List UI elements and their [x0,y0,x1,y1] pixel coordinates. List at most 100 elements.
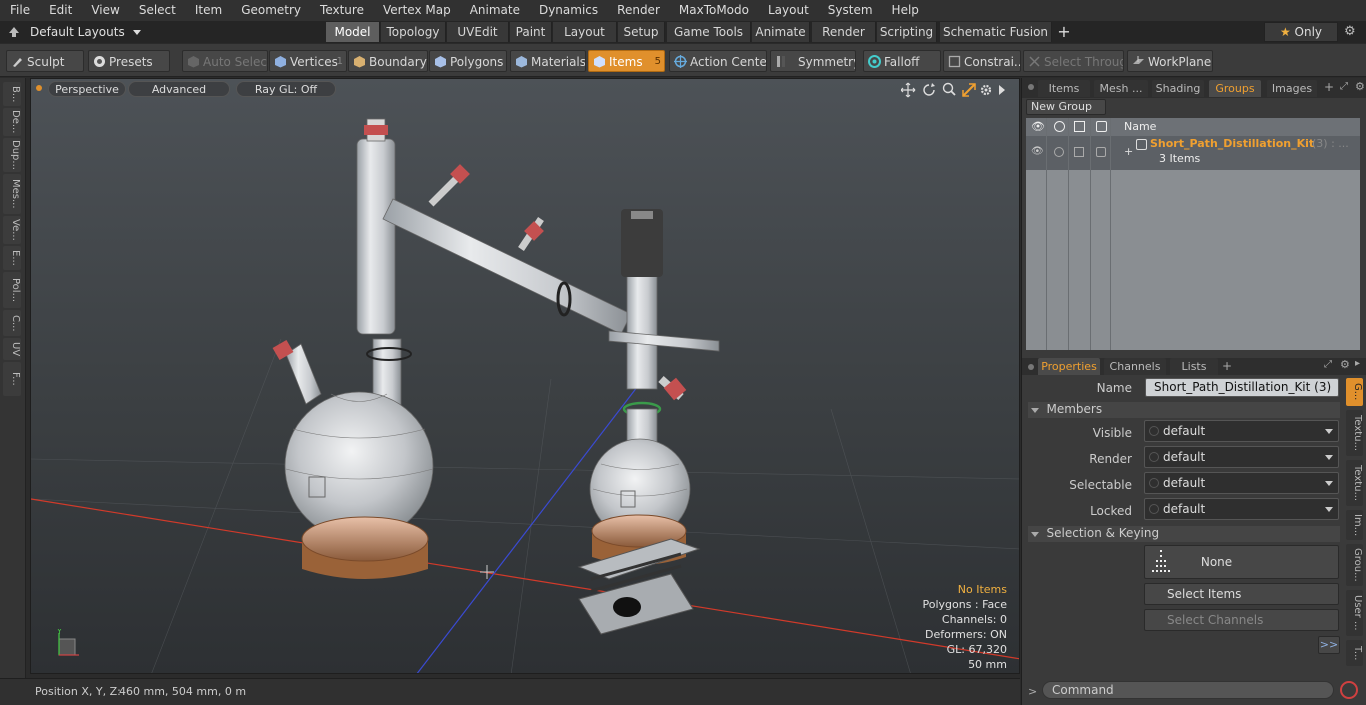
boundary-button[interactable]: Boundary [348,50,428,72]
left-tab-0[interactable]: B... [3,82,21,106]
materials-button[interactable]: Materials [510,50,586,72]
falloff-button[interactable]: Falloff [863,50,941,72]
action-center-button[interactable]: Action Center [669,50,767,72]
left-tab-8[interactable]: UV [3,338,21,360]
vertices-button[interactable]: Vertices 1 [269,50,347,72]
panel-expand-icon[interactable]: ⤢ [1340,81,1348,92]
side-tab-4[interactable]: Grou... [1346,544,1363,586]
props-tab-lists[interactable]: Lists [1170,358,1218,375]
menu-geometry[interactable]: Geometry [231,0,310,21]
menu-layout[interactable]: Layout [758,0,818,21]
side-tab-2[interactable]: Textu... [1346,460,1363,506]
select-items-button[interactable]: Select Items [1144,583,1339,605]
name-input[interactable]: Short_Path_Distillation_Kit (3) [1145,378,1339,397]
props-gear-icon[interactable]: ⚙ [1340,358,1350,371]
props-expand-icon[interactable]: ⤢ [1324,359,1332,370]
left-tab-9[interactable]: F... [3,362,21,396]
menu-item[interactable]: Item [185,0,231,21]
add-props-tab[interactable]: + [1222,359,1232,373]
menu-help[interactable]: Help [882,0,928,21]
menu-system[interactable]: System [818,0,882,21]
groups-tab-groups[interactable]: Groups [1209,80,1261,97]
layout-tab-paint[interactable]: Paint [510,22,552,42]
workplane-button[interactable]: WorkPlane [1127,50,1213,72]
group-select-icon[interactable] [1096,147,1106,157]
group-render-icon[interactable] [1054,147,1064,157]
command-input[interactable]: Command [1042,681,1334,699]
layout-tab-topology[interactable]: Topology [381,22,446,42]
add-panel-tab-icon[interactable]: + [1324,80,1334,94]
side-tab-0[interactable]: G... [1346,378,1363,406]
groups-tab-shading[interactable]: Shading [1152,80,1204,97]
left-tab-3[interactable]: Mes... [3,174,21,214]
group-lock-icon[interactable] [1074,147,1084,157]
props-menu-dot[interactable] [1028,364,1034,370]
side-tab-5[interactable]: User ... [1346,590,1363,636]
presets-button[interactable]: Presets [88,50,170,72]
layout-tab-animate[interactable]: Animate [752,22,810,42]
menu-view[interactable]: View [81,0,128,21]
left-tab-6[interactable]: Pol... [3,272,21,308]
left-tab-4[interactable]: Ve... [3,216,21,244]
select-channels-button[interactable]: Select Channels [1144,609,1339,631]
only-toggle[interactable]: ★ Only [1264,22,1338,42]
layout-home-icon[interactable] [8,26,20,38]
selection-keying-header[interactable]: Selection & Keying [1028,526,1340,542]
sculpt-button[interactable]: Sculpt [6,50,84,72]
more-options-button[interactable]: >> [1318,636,1340,654]
gear-icon[interactable]: ⚙ [1344,25,1358,39]
left-tab-2[interactable]: Dup... [3,138,21,172]
symmetry-button[interactable]: Symmetry [770,50,856,72]
expand-plus-icon[interactable]: + [1124,145,1133,158]
render-dropdown[interactable]: default [1144,446,1339,468]
select-through-button[interactable]: Select Through [1023,50,1124,72]
side-tab-6[interactable]: T... [1346,640,1363,666]
menu-animate[interactable]: Animate [460,0,529,21]
props-tab-properties[interactable]: Properties [1038,358,1100,375]
layout-tab-render[interactable]: Render [812,22,876,42]
menu-file[interactable]: File [0,0,39,21]
locked-dropdown[interactable]: default [1144,498,1339,520]
layout-tab-uvedit[interactable]: UVEdit [447,22,509,42]
menu-edit[interactable]: Edit [39,0,81,21]
group-row[interactable]: 👁 + Short_Path_Distillation_Kit (3) : ..… [1026,136,1360,170]
left-tab-5[interactable]: E... [3,246,21,270]
layout-tab-game-tools[interactable]: Game Tools [667,22,751,42]
props-more-icon[interactable]: ▸ [1355,358,1360,369]
layout-tab-schematic-fusion[interactable]: Schematic Fusion [940,22,1052,42]
auto-select-button[interactable]: Auto Select [182,50,268,72]
group-visible-icon[interactable]: 👁 [1031,146,1044,157]
3d-viewport[interactable]: Perspective Advanced Ray GL: Off Y No It… [30,78,1020,674]
members-section-header[interactable]: Members [1028,402,1340,418]
items-button[interactable]: Items 5 [588,50,665,72]
layout-dropdown[interactable]: Default Layouts [30,21,141,43]
polygons-button[interactable]: Polygons [429,50,507,72]
menu-select[interactable]: Select [129,0,185,21]
selectable-dropdown[interactable]: default [1144,472,1339,494]
visible-dropdown[interactable]: default [1144,420,1339,442]
menu-dynamics[interactable]: Dynamics [529,0,607,21]
layout-tab-setup[interactable]: Setup [618,22,665,42]
menu-render[interactable]: Render [607,0,669,21]
constraints-button[interactable]: Constrai... [943,50,1021,72]
groups-tab-items[interactable]: Items [1038,80,1090,97]
menu-texture[interactable]: Texture [310,0,373,21]
layout-tab-scripting[interactable]: Scripting [877,22,937,42]
groups-tab-mesh-[interactable]: Mesh ... [1094,80,1148,97]
record-icon[interactable] [1340,681,1358,699]
none-keying-button[interactable]: None [1144,545,1339,579]
new-group-button[interactable]: New Group [1026,99,1106,115]
panel-gear-icon[interactable]: ⚙ [1355,80,1365,93]
menu-maxtomodo[interactable]: MaxToModo [669,0,758,21]
group-name[interactable]: Short_Path_Distillation_Kit [1150,137,1314,150]
left-tab-7[interactable]: C... [3,310,21,336]
side-tab-3[interactable]: Im... [1346,510,1363,540]
groups-tab-images[interactable]: Images [1267,80,1317,97]
props-tab-channels[interactable]: Channels [1104,358,1166,375]
side-tab-1[interactable]: Textu... [1346,410,1363,456]
left-tab-1[interactable]: De... [3,108,21,136]
layout-tab-model[interactable]: Model [326,22,380,42]
add-tab-button[interactable]: + [1057,21,1071,43]
panel-menu-dot[interactable] [1028,84,1034,90]
layout-tab-layout[interactable]: Layout [553,22,617,42]
